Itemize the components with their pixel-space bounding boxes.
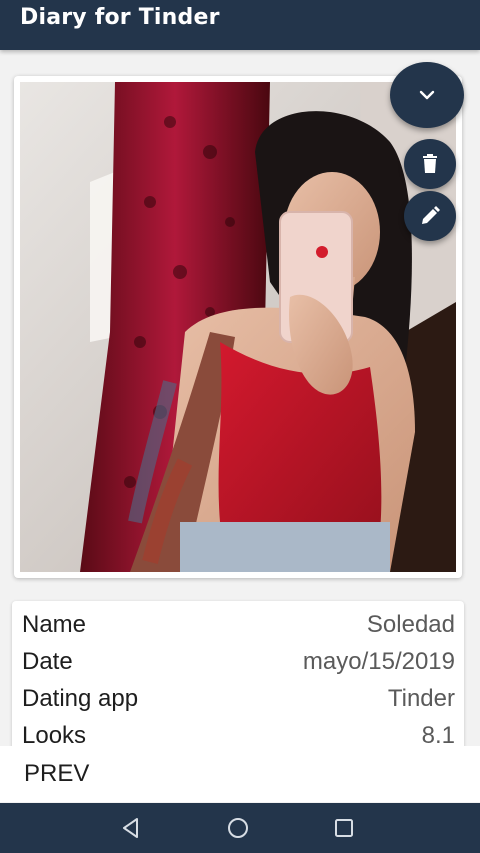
chevron-down-icon: [419, 90, 435, 100]
details-card: Name Soledad Date mayo/15/2019 Dating ap…: [12, 601, 464, 761]
profile-photo[interactable]: [20, 82, 456, 572]
pencil-icon: [422, 206, 440, 224]
bottom-action-bar: PREV: [0, 746, 480, 802]
photo-card: [14, 76, 462, 578]
delete-button[interactable]: [404, 139, 456, 189]
detail-value: Tinder: [387, 685, 455, 712]
prev-button[interactable]: PREV: [24, 760, 89, 788]
app-title: Diary for Tinder: [20, 5, 220, 30]
detail-label: Date: [22, 648, 73, 675]
edit-button[interactable]: [404, 191, 456, 241]
system-nav-bar: [0, 803, 480, 853]
detail-label: Dating app: [22, 685, 139, 712]
detail-row-name: Name Soledad: [22, 605, 455, 641]
collapse-actions-button[interactable]: [390, 62, 464, 128]
detail-row-date: Date mayo/15/2019: [22, 642, 455, 678]
home-icon[interactable]: [225, 815, 251, 841]
detail-label: Name: [22, 611, 87, 638]
photo-illustration: [20, 82, 456, 572]
back-icon[interactable]: [118, 815, 144, 841]
app-bar: Diary for Tinder: [0, 0, 480, 50]
detail-row-dating-app: Dating app Tinder: [22, 679, 455, 715]
trash-icon: [423, 154, 437, 173]
detail-value: mayo/15/2019: [302, 648, 455, 675]
recents-icon[interactable]: [331, 815, 357, 841]
detail-value: Soledad: [366, 611, 455, 638]
